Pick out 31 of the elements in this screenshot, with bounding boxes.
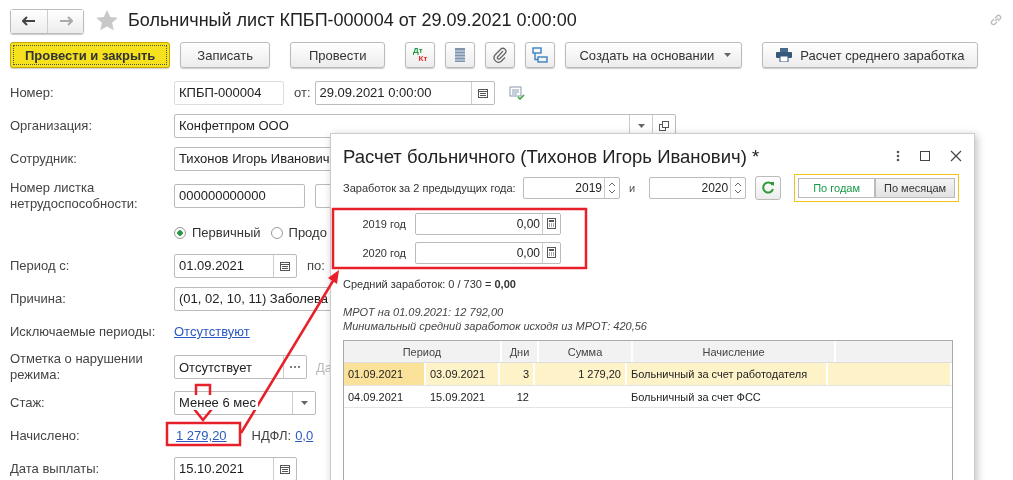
table-cell: 3 <box>500 363 535 385</box>
field-label: Исключаемые периоды: <box>10 324 157 339</box>
field-label: Отметка о нарушении режима: <box>10 351 144 383</box>
minimum-average-text: Минимальный средний заработок исходя из МРОТ: 420,56 <box>343 319 648 333</box>
table-cell-text: 15.09.2021 <box>429 389 487 405</box>
field-label: 2019 год <box>361 217 406 230</box>
field-label: Начислено: <box>10 428 81 443</box>
field-label: Причина: <box>10 291 67 306</box>
field-label: 2020 год <box>361 246 406 259</box>
field-label: Организация: <box>10 118 94 133</box>
field-label: Заработок за 2 предыдущих года: <box>343 182 517 194</box>
table-cell-text: 04.09.2021 <box>347 389 405 405</box>
table-cell: 01.09.2021 <box>344 363 426 385</box>
table-cell-text: 12 <box>515 389 530 405</box>
window-title: Больничный лист КПБП-000004 от 29.09.2021 0:00:00 <box>128 9 578 31</box>
field-label: Сотрудник: <box>10 151 78 166</box>
radio-label: Первичный <box>192 225 261 240</box>
field-label: Стаж: <box>10 395 46 410</box>
field-label: по: <box>307 258 325 273</box>
table-cell: 03.09.2021 <box>426 363 500 385</box>
field-label: Дата выплаты: <box>10 461 101 476</box>
field-label: Номер листка нетрудоспособности: <box>10 179 139 212</box>
field-label: и <box>629 182 636 194</box>
radio-label: Продо <box>288 225 327 240</box>
field-label: Период с: <box>10 258 71 273</box>
table-cell: Больничный за счет работодателя <box>627 363 828 385</box>
table-cell-text: Больничный за счет ФСС <box>630 389 762 405</box>
field-label: НДФЛ: <box>251 428 292 443</box>
table-cell: 1 279,20 <box>535 363 627 385</box>
field-label: от: <box>294 85 311 100</box>
field-label: Номер: <box>10 85 55 100</box>
